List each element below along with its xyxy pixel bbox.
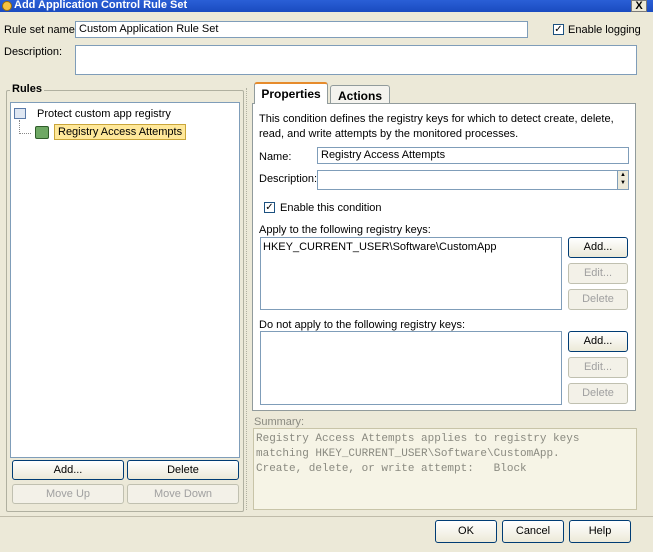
title-bar[interactable]: Add Application Control Rule Set xyxy=(0,0,653,12)
not-apply-keys-list[interactable] xyxy=(260,331,562,405)
summary-line: Registry Access Attempts applies to regi… xyxy=(256,433,580,445)
tree-connector xyxy=(19,133,31,134)
not-apply-edit-button[interactable]: Edit... xyxy=(568,357,628,378)
splitter-handle[interactable] xyxy=(246,88,250,510)
enable-condition-checkbox[interactable]: ✓ xyxy=(264,202,275,213)
rule-set-name-label: Rule set name: xyxy=(4,24,78,36)
tree-connector xyxy=(19,120,20,134)
condition-name-label: Name: xyxy=(259,151,292,163)
apply-keys-list[interactable]: HKEY_CURRENT_USER\Software\CustomApp xyxy=(260,237,562,310)
close-button[interactable]: X xyxy=(631,0,647,12)
enable-logging-label: Enable logging xyxy=(568,24,641,36)
window-title: Add Application Control Rule Set xyxy=(14,0,188,11)
enable-condition-label: Enable this condition xyxy=(280,202,382,214)
registry-condition-icon xyxy=(35,126,49,139)
spin-updown-icon[interactable]: ▲ ▼ xyxy=(617,171,628,189)
registry-rule-icon xyxy=(14,108,26,119)
condition-description-input[interactable]: ▲ ▼ xyxy=(317,170,629,190)
apply-delete-button[interactable]: Delete xyxy=(568,289,628,310)
not-apply-keys-label: Do not apply to the following registry k… xyxy=(259,319,466,331)
list-item[interactable]: HKEY_CURRENT_USER\Software\CustomApp xyxy=(263,241,559,253)
condition-name-input[interactable]: Registry Access Attempts xyxy=(317,147,629,164)
tree-item-rule[interactable]: Protect custom app registry xyxy=(37,108,171,120)
summary-label: Summary: xyxy=(254,416,305,428)
help-button[interactable]: Help xyxy=(569,520,631,543)
rule-set-description-input[interactable] xyxy=(75,45,637,75)
cancel-button[interactable]: Cancel xyxy=(502,520,564,543)
summary-box: Registry Access Attempts applies to regi… xyxy=(253,428,637,510)
move-up-button[interactable]: Move Up xyxy=(12,484,124,504)
add-rule-button[interactable]: Add... xyxy=(12,460,124,480)
rules-group-title: Rules xyxy=(10,83,44,95)
footer-separator xyxy=(0,516,653,517)
tab-properties[interactable]: Properties xyxy=(254,82,328,104)
app-icon xyxy=(2,1,12,11)
rule-set-description-label: Description: xyxy=(4,46,63,58)
tab-actions[interactable]: Actions xyxy=(330,85,390,104)
ok-button[interactable]: OK xyxy=(435,520,497,543)
apply-add-button[interactable]: Add... xyxy=(568,237,628,258)
delete-rule-button[interactable]: Delete xyxy=(127,460,239,480)
not-apply-add-button[interactable]: Add... xyxy=(568,331,628,352)
not-apply-delete-button[interactable]: Delete xyxy=(568,383,628,404)
summary-line: Create, delete, or write attempt: Block xyxy=(256,463,527,475)
tree-item-condition[interactable]: Registry Access Attempts xyxy=(54,124,187,140)
move-down-button[interactable]: Move Down xyxy=(127,484,239,504)
condition-intro-text: This condition defines the registry keys… xyxy=(259,113,614,140)
condition-description-label: Description: xyxy=(259,173,318,185)
rule-set-name-input[interactable]: Custom Application Rule Set xyxy=(75,21,528,38)
apply-edit-button[interactable]: Edit... xyxy=(568,263,628,284)
enable-logging-checkbox[interactable]: ✓ xyxy=(553,24,564,35)
apply-keys-label: Apply to the following registry keys: xyxy=(259,224,431,236)
rules-tree[interactable]: Protect custom app registry Registry Acc… xyxy=(10,102,240,458)
summary-line: matching HKEY_CURRENT_USER\Software\Cust… xyxy=(256,448,560,460)
